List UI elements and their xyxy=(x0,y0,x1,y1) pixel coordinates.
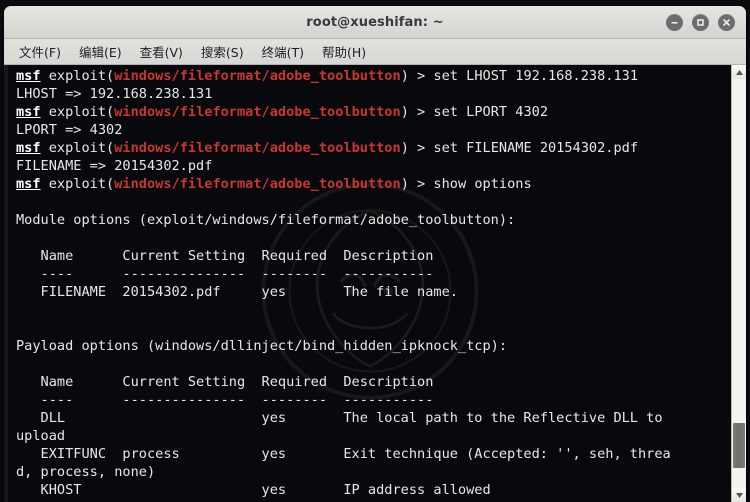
menu-bar: 文件(F) 编辑(E) 查看(V) 搜索(S) 终端(T) 帮助(H) xyxy=(4,39,746,65)
minimize-button[interactable] xyxy=(666,13,683,31)
close-button[interactable] xyxy=(718,13,735,31)
terminal-text-buffer: msf exploit(windows/fileformat/adobe_too… xyxy=(16,68,671,498)
window-controls xyxy=(666,6,735,38)
menu-help[interactable]: 帮助(H) xyxy=(313,40,375,63)
terminal-scrollbar[interactable] xyxy=(731,65,746,502)
desktop-background: root@xueshifan: ~ 文件(F) 编辑(E) 查看(V) 搜索(S… xyxy=(0,0,750,502)
scrollbar-track[interactable] xyxy=(732,79,746,488)
window-titlebar[interactable]: root@xueshifan: ~ xyxy=(4,6,746,39)
menu-edit[interactable]: 编辑(E) xyxy=(70,40,131,63)
menu-terminal[interactable]: 终端(T) xyxy=(253,40,313,63)
maximize-button[interactable] xyxy=(692,13,709,31)
menu-view[interactable]: 查看(V) xyxy=(131,40,192,63)
scroll-down-arrow-icon[interactable] xyxy=(732,488,746,502)
menu-search[interactable]: 搜索(S) xyxy=(192,40,253,63)
terminal-window: root@xueshifan: ~ 文件(F) 编辑(E) 查看(V) 搜索(S… xyxy=(4,6,746,502)
menu-file[interactable]: 文件(F) xyxy=(10,40,70,63)
scroll-up-arrow-icon[interactable] xyxy=(732,65,746,79)
window-title: root@xueshifan: ~ xyxy=(306,14,444,30)
terminal-output[interactable]: msf exploit(windows/fileformat/adobe_too… xyxy=(8,65,731,502)
scrollbar-thumb[interactable] xyxy=(733,422,745,468)
terminal-area: msf exploit(windows/fileformat/adobe_too… xyxy=(4,65,746,502)
